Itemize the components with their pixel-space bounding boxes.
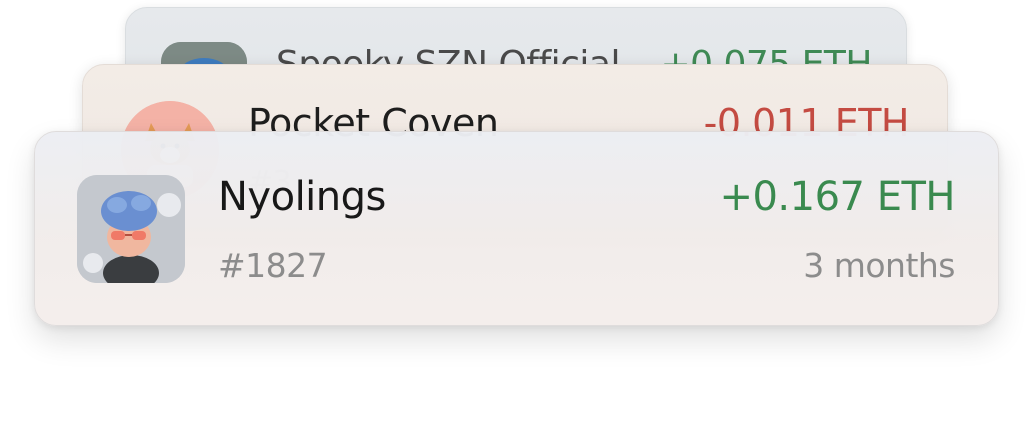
blue-hair-character-icon xyxy=(77,175,185,283)
nft-sales-stack: Spooky SZN Official +0.075 ETH Pocket Co… xyxy=(0,0,1033,447)
price-change: +0.167 ETH xyxy=(719,174,955,220)
time-ago: 3 months xyxy=(803,246,955,285)
token-id: #1827 xyxy=(218,246,328,285)
sale-card-nyolings[interactable]: Nyolings +0.167 ETH #1827 3 months xyxy=(34,131,999,326)
collection-name: Nyolings xyxy=(218,174,386,220)
